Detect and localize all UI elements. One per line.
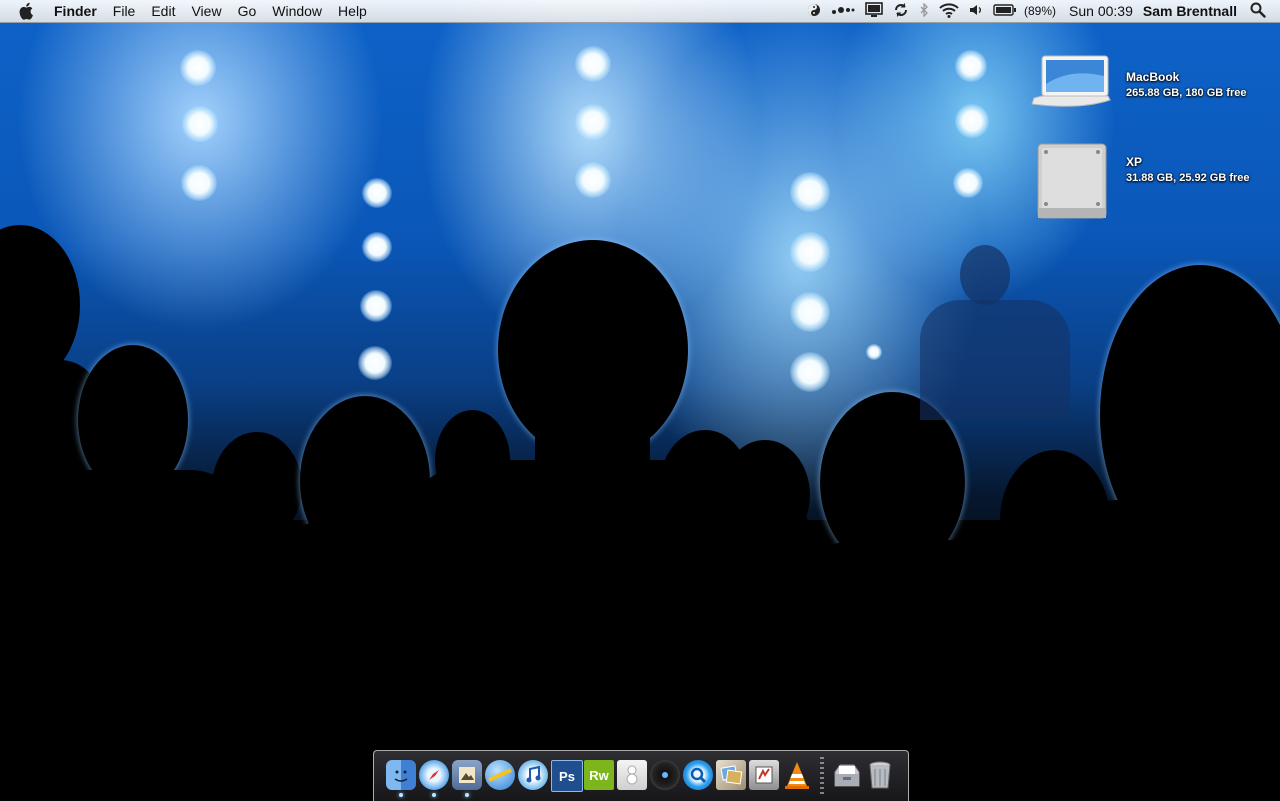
dock: Ps Rw: [373, 750, 909, 801]
desktop-icon-label: XP: [1126, 154, 1143, 169]
preview-icon[interactable]: [452, 760, 482, 790]
menubar-clock[interactable]: Sun 00:39: [1069, 3, 1133, 19]
desktop-icon-info: 265.88 GB, 180 GB free: [1126, 86, 1247, 99]
vlc-icon[interactable]: [782, 760, 812, 790]
menu-file[interactable]: File: [105, 0, 144, 22]
status-area: (89%) Sun 00:39 Sam Brentnall: [802, 0, 1280, 22]
photoshop-icon[interactable]: Ps: [551, 760, 583, 792]
menu-bar: Finder File Edit View Go Window Help (89…: [0, 0, 1280, 23]
desktop-icon-xp[interactable]: XP 31.88 GB, 25.92 GB free: [1036, 142, 1250, 225]
battery-percent: (89%): [1024, 4, 1057, 18]
yinyang-icon[interactable]: [807, 3, 821, 20]
dvd-player-icon[interactable]: [650, 760, 680, 790]
volume-icon[interactable]: [969, 3, 983, 20]
sync-icon[interactable]: [893, 2, 909, 21]
bluetooth-icon[interactable]: [919, 1, 929, 20]
app-icon[interactable]: [617, 760, 647, 790]
running-indicator: [432, 793, 436, 797]
laptop-icon[interactable]: [1030, 54, 1112, 115]
network-globe-icon[interactable]: [485, 760, 515, 790]
menu-app-finder[interactable]: Finder: [46, 0, 105, 22]
user-menu[interactable]: Sam Brentnall: [1143, 3, 1237, 19]
battery-icon[interactable]: [993, 3, 1017, 19]
display-icon[interactable]: [865, 1, 883, 21]
desktop-wallpaper: [0, 0, 1280, 800]
rapidweaver-icon[interactable]: Rw: [584, 760, 614, 790]
desktop-icon-label: MacBook: [1126, 69, 1180, 84]
iphoto-icon[interactable]: [716, 760, 746, 790]
desktop-icon-info: 31.88 GB, 25.92 GB free: [1126, 171, 1250, 184]
apple-menu-icon[interactable]: [18, 2, 36, 20]
wifi-icon[interactable]: [939, 2, 959, 21]
spotlight-search-icon[interactable]: [1250, 2, 1266, 21]
menu-view[interactable]: View: [183, 0, 229, 22]
quicktime-icon[interactable]: [683, 760, 713, 790]
running-indicator: [465, 793, 469, 797]
menu-go[interactable]: Go: [230, 0, 265, 22]
menu-help[interactable]: Help: [330, 0, 375, 22]
itunes-icon[interactable]: [518, 760, 548, 790]
finder-icon[interactable]: [386, 760, 416, 790]
running-indicator: [399, 793, 403, 797]
hard-drive-icon[interactable]: [1036, 142, 1108, 225]
utility-icon[interactable]: [749, 760, 779, 790]
dots-menu-icon[interactable]: [831, 3, 855, 20]
trash-icon[interactable]: [865, 760, 895, 790]
safari-icon[interactable]: [419, 760, 449, 790]
documents-stack-icon[interactable]: [832, 760, 862, 790]
menu-edit[interactable]: Edit: [143, 0, 183, 22]
desktop-icon-macbook[interactable]: MacBook 265.88 GB, 180 GB free: [1030, 54, 1246, 115]
menu-window[interactable]: Window: [264, 0, 330, 22]
dock-separator: [820, 757, 824, 795]
